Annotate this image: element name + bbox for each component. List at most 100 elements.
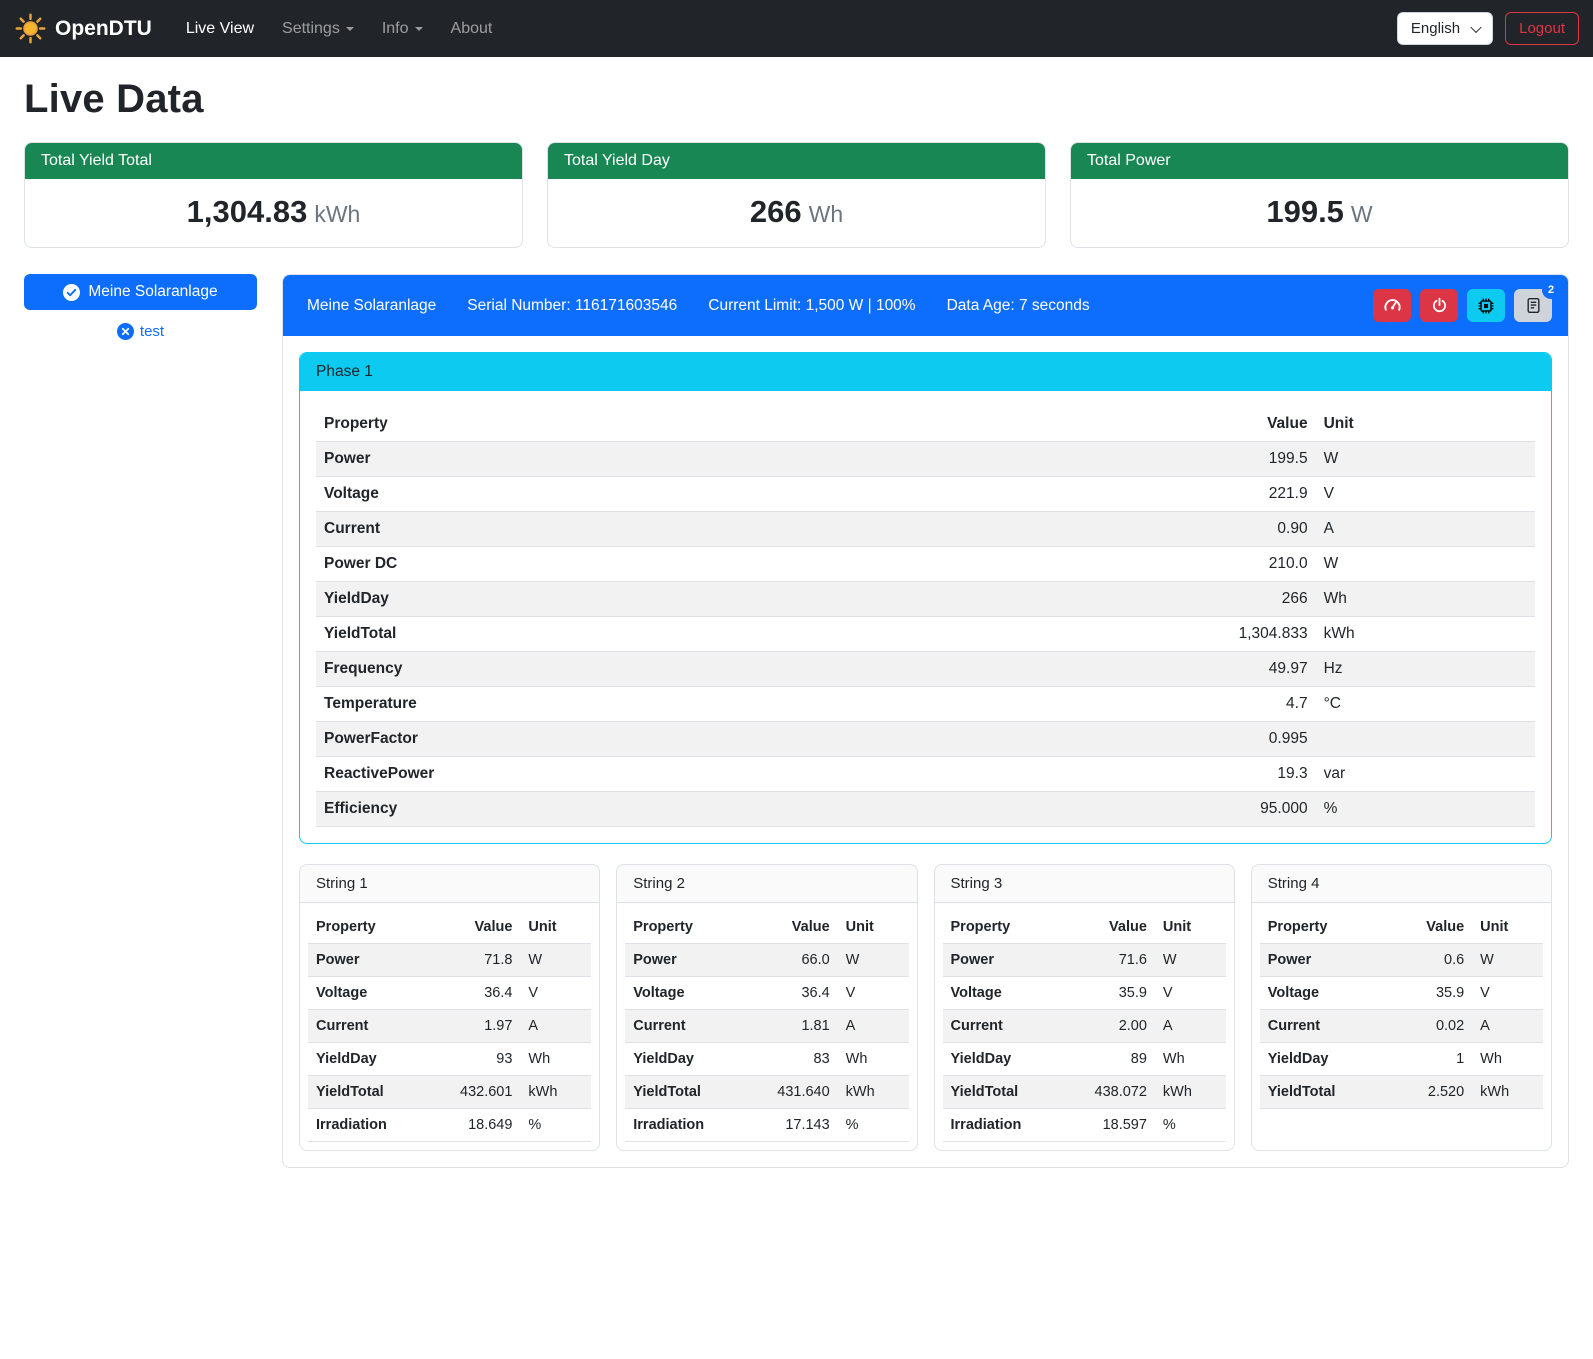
- value-cell: 71.6: [1070, 944, 1155, 977]
- column-header-value: Value: [1070, 911, 1155, 944]
- value-cell: 210.0: [1084, 547, 1316, 582]
- column-header-value: Value: [435, 911, 520, 944]
- property-cell: Temperature: [316, 687, 1084, 722]
- table-row: Power71.8W: [308, 944, 591, 977]
- brand[interactable]: OpenDTU: [14, 12, 152, 45]
- value-cell: 18.597: [1070, 1109, 1155, 1142]
- table-row: Frequency49.97Hz: [316, 652, 1535, 687]
- string-card-title: String 4: [1252, 865, 1551, 903]
- value-cell: 36.4: [753, 977, 838, 1010]
- logout-button[interactable]: Logout: [1505, 12, 1579, 45]
- value-cell: 266: [1084, 582, 1316, 617]
- value-cell: 2.00: [1070, 1010, 1155, 1043]
- card-value: 266: [750, 194, 802, 229]
- column-header-property: Property: [308, 911, 435, 944]
- nav-item-settings[interactable]: Settings: [270, 12, 366, 46]
- inverter-test-item[interactable]: test: [24, 323, 257, 340]
- unit-cell: kWh: [1472, 1076, 1543, 1109]
- table-header-row: Property Value Unit: [1260, 911, 1543, 944]
- strings-row: String 1 Property Value Unit Power71.8WV…: [299, 864, 1552, 1151]
- table-row: Power0.6W: [1260, 944, 1543, 977]
- value-cell: 17.143: [753, 1109, 838, 1142]
- value-cell: 35.9: [1070, 977, 1155, 1010]
- journal-icon: [1525, 297, 1542, 314]
- current-limit: Current Limit: 1,500 W | 100%: [708, 297, 915, 315]
- string-table: Property Value Unit Power71.8WVoltage36.…: [308, 911, 591, 1142]
- property-cell: Current: [625, 1010, 752, 1043]
- unit-cell: W: [520, 944, 591, 977]
- property-cell: YieldTotal: [308, 1076, 435, 1109]
- table-row: YieldDay89Wh: [943, 1043, 1226, 1076]
- table-row: YieldTotal432.601kWh: [308, 1076, 591, 1109]
- event-log-button[interactable]: 2: [1514, 289, 1552, 322]
- caret-down-icon: [346, 27, 354, 31]
- property-cell: Voltage: [308, 977, 435, 1010]
- property-cell: Current: [316, 512, 1084, 547]
- column-header-property: Property: [943, 911, 1070, 944]
- value-cell: 93: [435, 1043, 520, 1076]
- property-cell: Efficiency: [316, 792, 1084, 827]
- value-cell: 1.81: [753, 1010, 838, 1043]
- table-row: Efficiency95.000%: [316, 792, 1535, 827]
- table-header-row: Property Value Unit: [316, 407, 1535, 442]
- limit-settings-button[interactable]: [1373, 289, 1411, 322]
- property-cell: YieldTotal: [1260, 1076, 1387, 1109]
- table-row: YieldTotal431.640kWh: [625, 1076, 908, 1109]
- unit-cell: W: [838, 944, 909, 977]
- column-header-value: Value: [1084, 407, 1316, 442]
- string-card: String 4 Property Value Unit Power0.6WVo…: [1251, 864, 1552, 1151]
- unit-cell: W: [1316, 547, 1535, 582]
- chevron-down-icon: [1470, 21, 1481, 32]
- column-header-property: Property: [316, 407, 1084, 442]
- inverter-select-button[interactable]: Meine Solaranlage: [24, 274, 257, 310]
- table-row: Temperature4.7°C: [316, 687, 1535, 722]
- nav-item-info[interactable]: Info: [370, 12, 435, 46]
- table-header-row: Property Value Unit: [943, 911, 1226, 944]
- value-cell: 95.000: [1084, 792, 1316, 827]
- unit-cell: kWh: [838, 1076, 909, 1109]
- column-header-property: Property: [625, 911, 752, 944]
- unit-cell: W: [1155, 944, 1226, 977]
- property-cell: YieldTotal: [625, 1076, 752, 1109]
- inverter-name: Meine Solaranlage: [307, 297, 436, 315]
- unit-cell: kWh: [520, 1076, 591, 1109]
- value-cell: 0.02: [1387, 1010, 1472, 1043]
- inverter-select-label: Meine Solaranlage: [88, 283, 217, 301]
- unit-cell: Hz: [1316, 652, 1535, 687]
- property-cell: Voltage: [1260, 977, 1387, 1010]
- table-row: Voltage221.9V: [316, 477, 1535, 512]
- unit-cell: Wh: [520, 1043, 591, 1076]
- value-cell: 432.601: [435, 1076, 520, 1109]
- value-cell: 1: [1387, 1043, 1472, 1076]
- property-cell: YieldDay: [943, 1043, 1070, 1076]
- value-cell: 36.4: [435, 977, 520, 1010]
- property-cell: Current: [308, 1010, 435, 1043]
- property-cell: Voltage: [625, 977, 752, 1010]
- property-cell: Irradiation: [943, 1109, 1070, 1142]
- column-header-value: Value: [1387, 911, 1472, 944]
- unit-cell: kWh: [1155, 1076, 1226, 1109]
- unit-cell: V: [1155, 977, 1226, 1010]
- unit-cell: W: [1316, 442, 1535, 477]
- nav-item-about[interactable]: About: [439, 12, 505, 46]
- property-cell: Power: [625, 944, 752, 977]
- card-title: Total Yield Day: [548, 143, 1045, 179]
- table-row: Irradiation18.649%: [308, 1109, 591, 1142]
- check-circle-icon: [63, 284, 80, 301]
- property-cell: YieldDay: [625, 1043, 752, 1076]
- property-cell: YieldTotal: [943, 1076, 1070, 1109]
- device-info-button[interactable]: [1467, 289, 1505, 322]
- unit-cell: Wh: [1316, 582, 1535, 617]
- property-cell: Power: [943, 944, 1070, 977]
- property-cell: Current: [943, 1010, 1070, 1043]
- property-cell: Frequency: [316, 652, 1084, 687]
- nav-item-live-view[interactable]: Live View: [174, 12, 266, 46]
- language-select[interactable]: English: [1397, 12, 1493, 45]
- power-button[interactable]: [1420, 289, 1458, 322]
- column-header-unit: Unit: [520, 911, 591, 944]
- value-cell: 0.995: [1084, 722, 1316, 757]
- unit-cell: %: [838, 1109, 909, 1142]
- phase-card: Phase 1 Property Value Unit Power199.5WV…: [299, 352, 1552, 844]
- table-row: ReactivePower19.3var: [316, 757, 1535, 792]
- table-row: YieldTotal1,304.833kWh: [316, 617, 1535, 652]
